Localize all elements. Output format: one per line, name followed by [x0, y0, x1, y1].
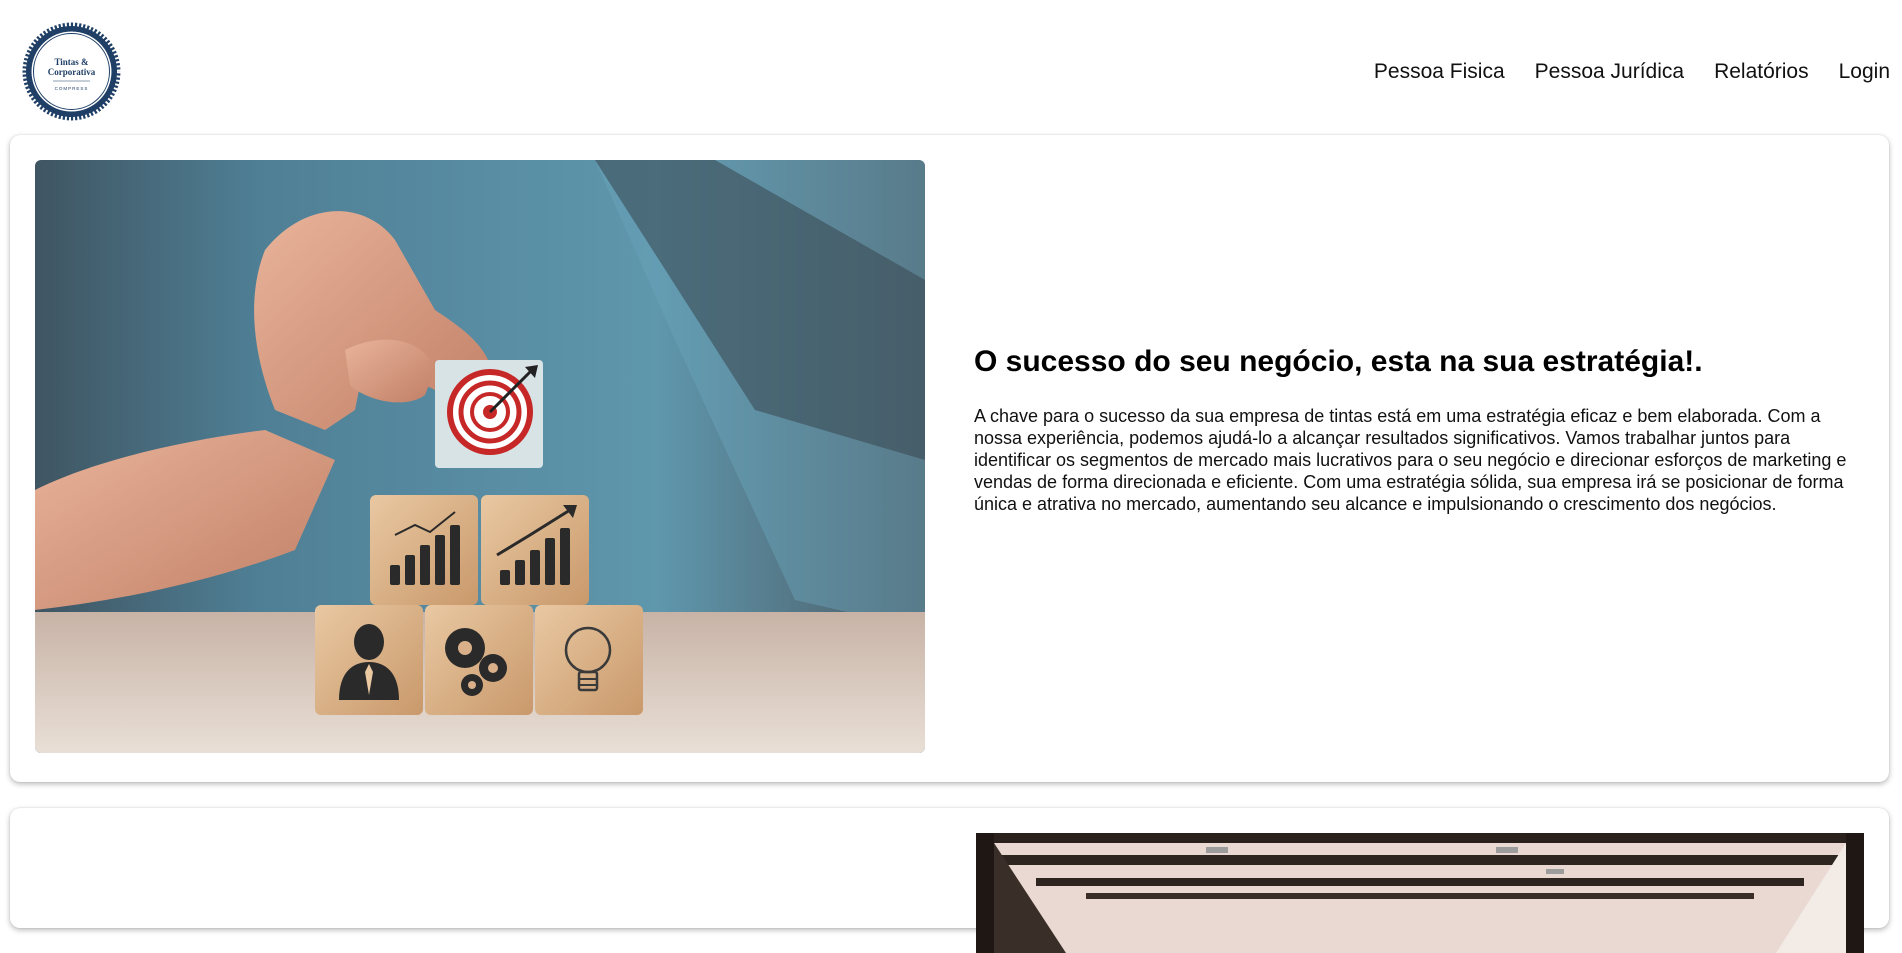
office-ceiling-image	[976, 833, 1864, 953]
svg-text:COMPRESS: COMPRESS	[55, 86, 89, 91]
hero-headline: O sucesso do seu negócio, esta na sua es…	[974, 345, 1703, 378]
nav-pessoa-fisica[interactable]: Pessoa Fisica	[1374, 58, 1505, 86]
svg-text:Corporativa: Corporativa	[48, 67, 96, 77]
nav-login[interactable]: Login	[1839, 58, 1890, 86]
hero-card: O sucesso do seu negócio, esta na sua es…	[10, 135, 1889, 782]
main-nav: Pessoa Fisica Pessoa Jurídica Relatórios…	[1374, 58, 1890, 86]
nav-pessoa-juridica[interactable]: Pessoa Jurídica	[1535, 58, 1684, 86]
hero-paragraph: A chave para o sucesso da sua empresa de…	[974, 406, 1847, 514]
hero-text: O sucesso do seu negócio, esta na sua es…	[974, 343, 1874, 515]
second-card	[10, 808, 1889, 953]
site-header: Tintas & Corporativa COMPRESS Pessoa Fis…	[0, 0, 1902, 130]
strategy-blocks-image	[35, 160, 925, 753]
company-logo[interactable]: Tintas & Corporativa COMPRESS	[19, 19, 124, 124]
svg-text:Tintas &: Tintas &	[54, 57, 89, 67]
nav-relatorios[interactable]: Relatórios	[1714, 58, 1809, 86]
